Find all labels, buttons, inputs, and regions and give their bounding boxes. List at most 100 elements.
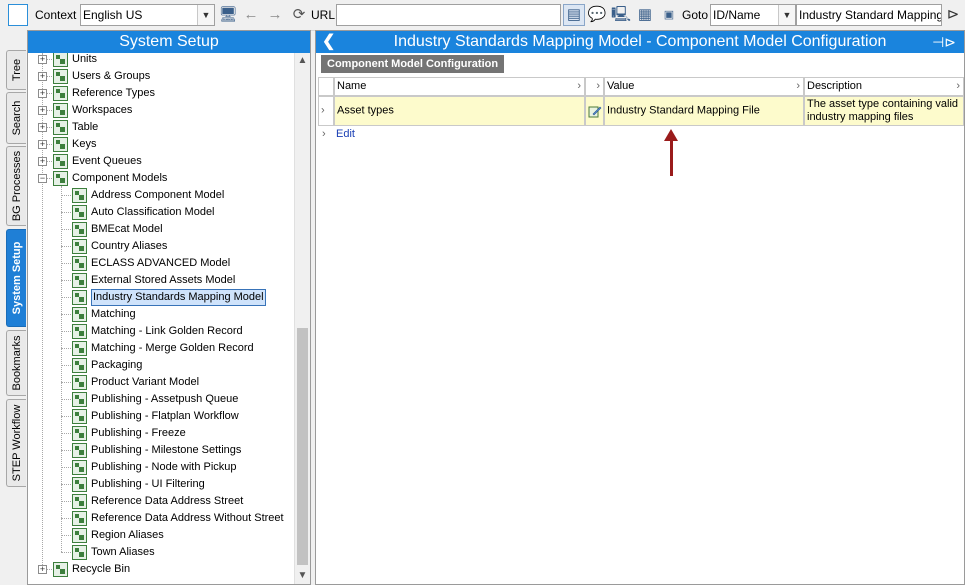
go-icon[interactable]: ⊳: [942, 4, 964, 26]
tab-tree[interactable]: Tree: [6, 50, 26, 90]
expand-icon[interactable]: +: [38, 565, 47, 574]
tree-item[interactable]: Publishing - UI Filtering: [28, 476, 294, 493]
edit-link[interactable]: Edit: [336, 128, 355, 140]
expand-icon[interactable]: +: [38, 123, 47, 132]
expand-icon[interactable]: +: [38, 72, 47, 81]
page-view-icon[interactable]: ▤: [563, 4, 585, 26]
pin-icon[interactable]: ⊣⊳: [932, 31, 956, 53]
tree-guide-line: [61, 280, 71, 281]
annotation-arrow-line: [670, 139, 673, 176]
tree-item[interactable]: + Recycle Bin: [28, 561, 294, 578]
tree-item[interactable]: BMEcat Model: [28, 221, 294, 238]
tree-item-label: Matching - Merge Golden Record: [91, 342, 254, 354]
expand-icon[interactable]: +: [38, 157, 47, 166]
goto-label: Goto: [682, 8, 709, 22]
tree-item[interactable]: Publishing - Freeze: [28, 425, 294, 442]
component-model-icon: [72, 358, 87, 373]
collapse-icon[interactable]: −: [38, 174, 47, 183]
tree-item[interactable]: Town Aliases: [28, 544, 294, 561]
cell-name[interactable]: Asset types: [334, 96, 585, 126]
cell-description[interactable]: The asset type containing valid industry…: [804, 96, 964, 126]
tree-item[interactable]: ECLASS ADVANCED Model: [28, 255, 294, 272]
tree-guide-line: [61, 263, 71, 264]
tree-item[interactable]: External Stored Assets Model: [28, 272, 294, 289]
calendar-icon[interactable]: ▣: [658, 4, 680, 26]
document-icon[interactable]: ▦: [634, 4, 656, 26]
tree-item[interactable]: + Workspaces: [28, 102, 294, 119]
tab-bg-processes[interactable]: BG Processes: [6, 146, 26, 226]
tree-item[interactable]: Address Component Model: [28, 187, 294, 204]
chevron-down-icon[interactable]: ▼: [197, 5, 214, 25]
tree-item[interactable]: Auto Classification Model: [28, 204, 294, 221]
tab-search[interactable]: Search: [6, 92, 26, 144]
chevron-down-icon[interactable]: ▼: [778, 5, 795, 25]
tree-item[interactable]: + Keys: [28, 136, 294, 153]
component-model-icon: [72, 205, 87, 220]
tree-item[interactable]: Matching: [28, 306, 294, 323]
speech-bubble-icon[interactable]: 💬: [586, 4, 608, 26]
tree-item[interactable]: Publishing - Milestone Settings: [28, 442, 294, 459]
panel-header: ❮ Industry Standards Mapping Model - Com…: [316, 31, 964, 53]
tree-item[interactable]: Country Aliases: [28, 238, 294, 255]
tree-item[interactable]: − Component Models: [28, 170, 294, 187]
tree-item[interactable]: Publishing - Flatplan Workflow: [28, 408, 294, 425]
expand-icon[interactable]: +: [38, 89, 47, 98]
component-model-icon: [72, 341, 87, 356]
cell-value[interactable]: Industry Standard Mapping File: [604, 96, 804, 126]
tree-guide-line: [61, 297, 71, 298]
tree-item[interactable]: Matching - Merge Golden Record: [28, 340, 294, 357]
scroll-up-icon[interactable]: ▲: [295, 53, 310, 69]
expand-icon[interactable]: +: [38, 55, 47, 64]
tab-system-setup[interactable]: System Setup: [6, 229, 26, 327]
tab-component-model-configuration[interactable]: Component Model Configuration: [321, 55, 505, 73]
tree-item[interactable]: Publishing - Assetpush Queue: [28, 391, 294, 408]
monitor-icon[interactable]: 🖥: [217, 4, 239, 26]
tab-bookmarks[interactable]: Bookmarks: [6, 330, 26, 396]
forward-arrow-icon[interactable]: →: [264, 4, 286, 26]
goto-type-select[interactable]: ID/Name ▼: [710, 4, 796, 26]
expand-icon[interactable]: +: [38, 106, 47, 115]
column-header-value[interactable]: Value ›: [604, 77, 804, 96]
pencil-icon[interactable]: [588, 104, 602, 118]
tree-item[interactable]: + Event Queues: [28, 153, 294, 170]
url-input[interactable]: [336, 4, 561, 26]
tree-item[interactable]: Product Variant Model: [28, 374, 294, 391]
tree-item[interactable]: Packaging: [28, 357, 294, 374]
scroll-thumb[interactable]: [297, 328, 308, 565]
tree-item-label: Component Models: [72, 172, 168, 184]
column-header-name[interactable]: Name ›: [334, 77, 585, 96]
table-row-selector[interactable]: ›: [318, 96, 334, 126]
tree-guide-line: [61, 416, 71, 417]
tree-item[interactable]: Reference Data Address Without Street: [28, 510, 294, 527]
tree-item[interactable]: + Table: [28, 119, 294, 136]
column-header-description[interactable]: Description ›: [804, 77, 964, 96]
tree-item[interactable]: Reference Data Address Street: [28, 493, 294, 510]
tree-item[interactable]: + Units: [28, 53, 294, 68]
refresh-icon[interactable]: ⟳: [288, 4, 310, 26]
goto-input[interactable]: Industry Standard Mapping F: [796, 4, 942, 26]
cell-edit-icon[interactable]: [585, 96, 604, 126]
context-select-value: English US: [83, 8, 143, 22]
back-arrow-icon[interactable]: ←: [240, 4, 262, 26]
scroll-down-icon[interactable]: ▼: [295, 568, 310, 584]
tree-item[interactable]: + Users & Groups: [28, 68, 294, 85]
tab-step-workflow[interactable]: STEP Workflow: [6, 399, 26, 487]
tree-item[interactable]: Region Aliases: [28, 527, 294, 544]
expand-icon[interactable]: +: [38, 140, 47, 149]
tree-item[interactable]: Industry Standards Mapping Model: [28, 289, 294, 306]
tree-item[interactable]: + Reference Types: [28, 85, 294, 102]
computer-icon[interactable]: 🖳: [610, 4, 632, 26]
system-setup-tree: + Units + Users & Groups + Reference Types + Wo…: [28, 53, 294, 584]
vertical-tab-bar: Tree Search BG Processes System Setup Bo…: [0, 30, 27, 585]
tree-scrollbar[interactable]: ▲ ▼: [294, 53, 310, 584]
panel-title: System Setup: [28, 31, 310, 53]
folder-icon: [53, 137, 68, 152]
column-header-icon[interactable]: ›: [585, 77, 604, 96]
folder-icon: [53, 103, 68, 118]
edit-row: › Edit: [318, 126, 964, 144]
window-icon[interactable]: [8, 4, 28, 26]
context-select[interactable]: English US ▼: [80, 4, 215, 26]
tree-item[interactable]: Matching - Link Golden Record: [28, 323, 294, 340]
tree-item[interactable]: Publishing - Node with Pickup: [28, 459, 294, 476]
tree-item-label: Matching: [91, 308, 136, 320]
